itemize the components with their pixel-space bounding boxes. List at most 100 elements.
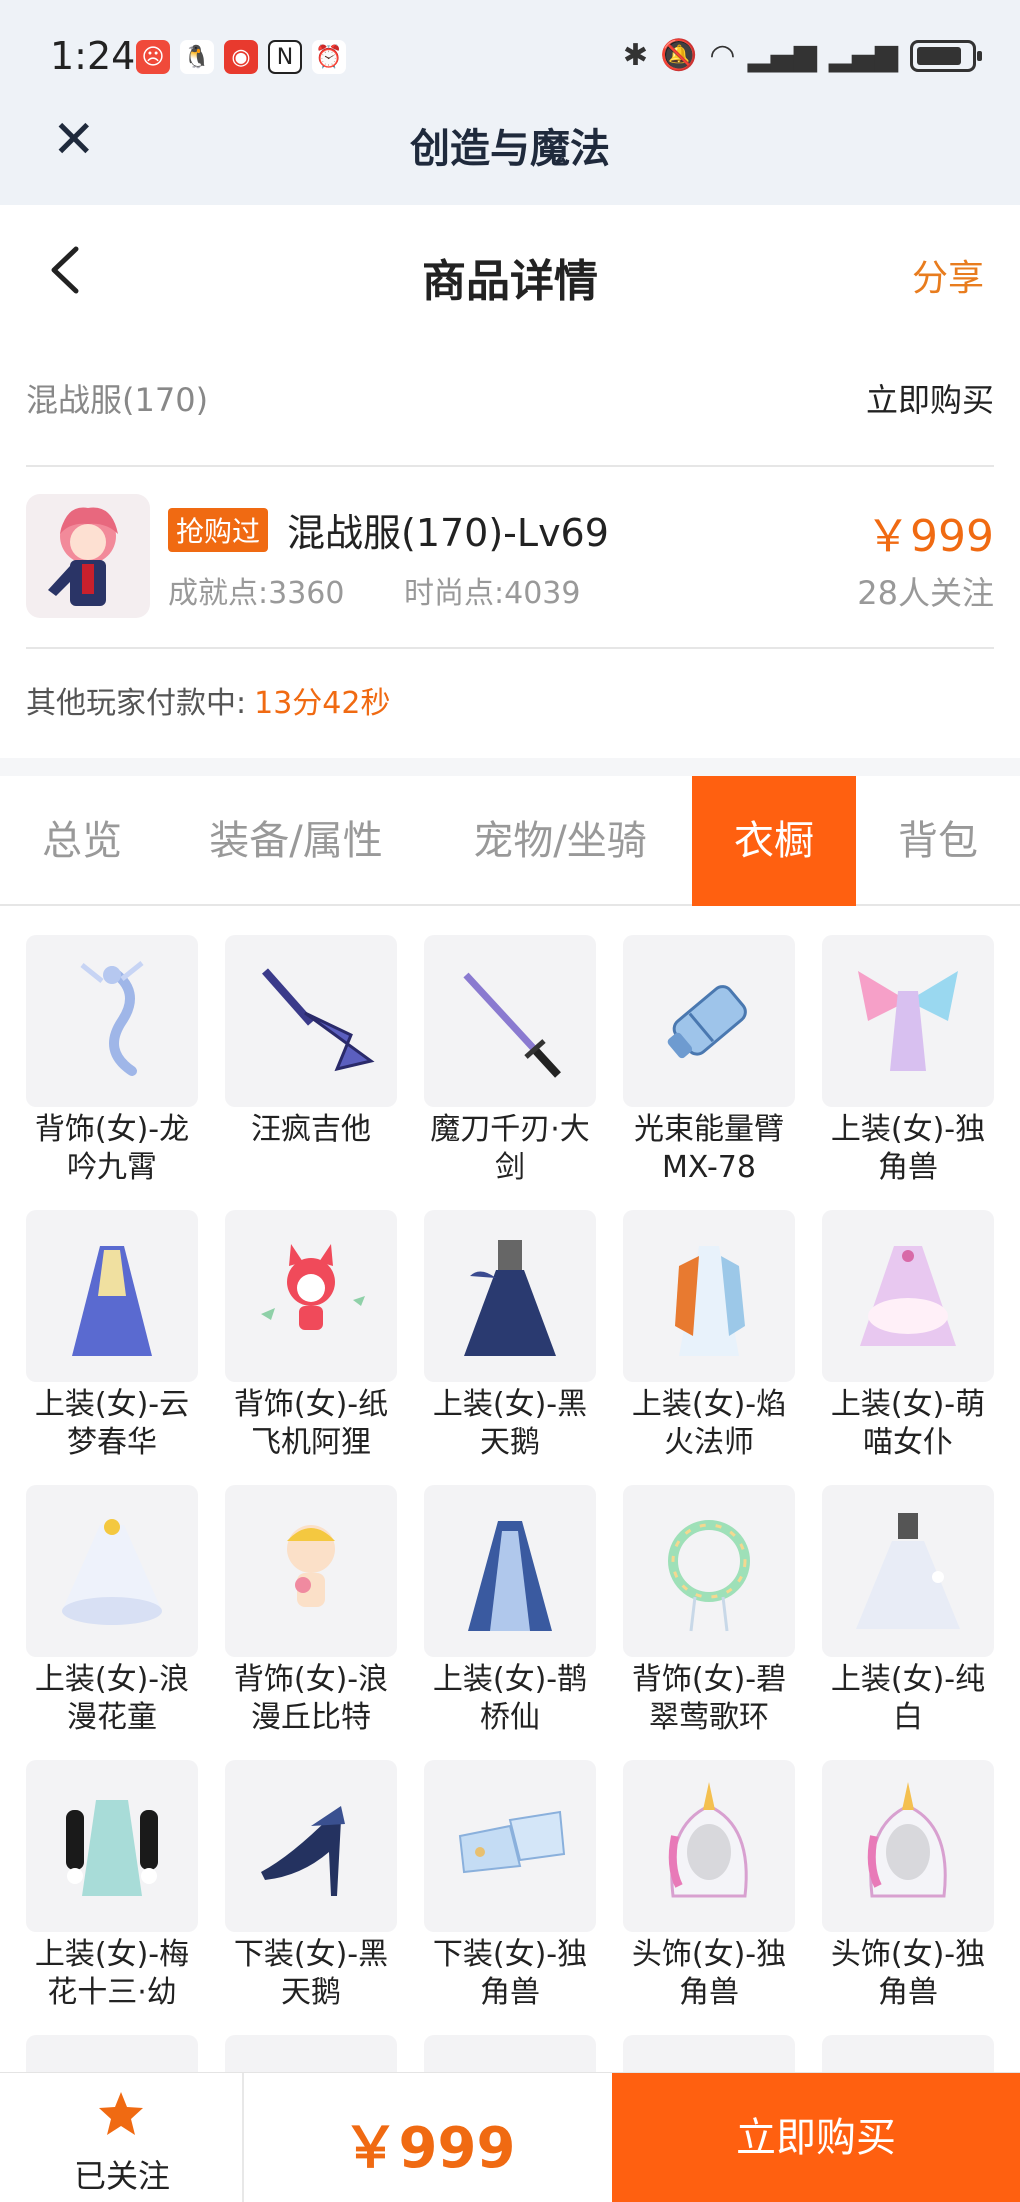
signal-icon: ▂▄▆ bbox=[828, 38, 898, 73]
item-name: 背饰(女)-纸飞机阿狸 bbox=[233, 1387, 389, 1460]
alarm-icon: ⏰ bbox=[312, 40, 346, 74]
wardrobe-item[interactable]: 魔刀千刃·大剑 bbox=[424, 935, 596, 1187]
item-name: 头饰(女)-独角兽 bbox=[830, 1937, 986, 2010]
navy-dress-icon bbox=[424, 1210, 596, 1382]
wardrobe-item[interactable] bbox=[822, 2035, 994, 2075]
item-name: 下装(女)-独角兽 bbox=[432, 1937, 588, 2010]
unicorn-hood-icon bbox=[623, 1760, 795, 1932]
tab-equipment[interactable]: 装备/属性 bbox=[164, 776, 428, 906]
app-title: 创造与魔法 bbox=[410, 126, 610, 172]
cupid-icon bbox=[225, 1485, 397, 1657]
paying-status: 其他玩家付款中: 13分42秒 bbox=[26, 678, 390, 722]
wardrobe-item[interactable]: 光束能量臂MX-78 bbox=[623, 935, 795, 1187]
bluetooth-icon: ✱ bbox=[622, 38, 649, 73]
wardrobe-item[interactable]: 上装(女)-纯白 bbox=[822, 1485, 994, 1737]
item-name: 上装(女)-纯白 bbox=[830, 1662, 986, 1735]
item-name: 上装(女)-独角兽 bbox=[830, 1112, 986, 1185]
wardrobe-item[interactable]: 上装(女)-浪漫花童 bbox=[26, 1485, 198, 1737]
wardrobe-item[interactable]: 上装(女)-云梦春华 bbox=[26, 1210, 198, 1462]
wardrobe-item[interactable]: 上装(女)-鹊桥仙 bbox=[424, 1485, 596, 1737]
item-name: 头饰(女)-独角兽 bbox=[631, 1937, 787, 2010]
notification-icons: ☹ 🐧 ◉ N ⏰ bbox=[136, 40, 346, 74]
page-title: 商品详情 bbox=[422, 256, 598, 307]
item-name: 上装(女)-焰火法师 bbox=[631, 1387, 787, 1460]
item-name: 上装(女)-黑天鹅 bbox=[432, 1387, 588, 1460]
tab-wardrobe[interactable]: 衣橱 bbox=[692, 776, 856, 906]
follower-count: 28人关注 bbox=[857, 574, 994, 612]
nav-bar: 商品详情 分享 bbox=[0, 205, 1020, 335]
nfc-icon: N bbox=[268, 40, 302, 74]
item-name: 下装(女)-黑天鹅 bbox=[233, 1937, 389, 2010]
server-name: 混战服(170) bbox=[26, 381, 209, 419]
wardrobe-item[interactable]: 下装(女)-独角兽 bbox=[424, 1760, 596, 2012]
signal-icon: ▂▄▆ bbox=[747, 38, 817, 73]
seller-row: 混战服(170) 立即购买 bbox=[0, 365, 1020, 435]
buy-now-link[interactable]: 立即购买 bbox=[866, 375, 994, 421]
wardrobe-grid: 背饰(女)-龙吟九霄 汪疯吉他 魔刀千刃·大剑 光束能量臂MX-78 上装(女)… bbox=[26, 935, 998, 2075]
paying-countdown: 13分42秒 bbox=[254, 686, 391, 721]
character-avatar bbox=[26, 494, 150, 618]
app-notification-icon: ☹ bbox=[136, 40, 170, 74]
wardrobe-item[interactable]: 上装(女)-焰火法师 bbox=[623, 1210, 795, 1462]
wardrobe-item[interactable]: 背饰(女)-浪漫丘比特 bbox=[225, 1485, 397, 1737]
wardrobe-item[interactable] bbox=[225, 2035, 397, 2075]
item-name: 背饰(女)-龙吟九霄 bbox=[34, 1112, 190, 1185]
item-name: 光束能量臂MX-78 bbox=[634, 1112, 784, 1185]
wardrobe-item[interactable] bbox=[623, 2035, 795, 2075]
bottom-action-bar: 已关注 ￥999 立即购买 bbox=[0, 2072, 1020, 2202]
wardrobe-item[interactable]: 上装(女)-梅花十三·幼 bbox=[26, 1760, 198, 2012]
wardrobe-item[interactable] bbox=[26, 2035, 198, 2075]
boots-icon bbox=[424, 1760, 596, 1932]
wedding-dress-icon bbox=[822, 1485, 994, 1657]
dragon-back-icon bbox=[26, 935, 198, 1107]
item-name: 魔刀千刃·大剑 bbox=[430, 1112, 590, 1185]
wardrobe-item[interactable]: 背饰(女)-纸飞机阿狸 bbox=[225, 1210, 397, 1462]
wardrobe-item[interactable]: 汪疯吉他 bbox=[225, 935, 397, 1149]
product-price: ￥999 bbox=[866, 511, 994, 562]
item-name: 背饰(女)-碧翠莺歌环 bbox=[631, 1662, 787, 1735]
mage-outfit-icon bbox=[623, 1210, 795, 1382]
item-name: 背饰(女)-浪漫丘比特 bbox=[233, 1662, 389, 1735]
item-name: 上装(女)-云梦春华 bbox=[34, 1387, 190, 1460]
white-dress-icon bbox=[26, 1485, 198, 1657]
app-notification-icon: ◉ bbox=[224, 40, 258, 74]
star-icon bbox=[99, 2092, 143, 2135]
wardrobe-item[interactable]: 头饰(女)-独角兽 bbox=[623, 1760, 795, 2012]
tab-backpack[interactable]: 背包 bbox=[856, 776, 1020, 906]
sword-icon bbox=[424, 935, 596, 1107]
item-name: 上装(女)-梅花十三·幼 bbox=[34, 1937, 190, 2010]
status-bar: 1:24 ☹ 🐧 ◉ N ⏰ ✱ 🔕 ◠ ▂▄▆ ▂▄▆ bbox=[0, 0, 1020, 110]
product-summary[interactable]: 抢购过 混战服(170)-Lv69 成就点:3360 时尚点:4039 ￥999… bbox=[0, 488, 1020, 618]
tab-pets-mounts[interactable]: 宠物/坐骑 bbox=[428, 776, 692, 906]
qq-icon: 🐧 bbox=[180, 40, 214, 74]
wifi-icon: ◠ bbox=[709, 38, 736, 73]
wardrobe-item[interactable]: 上装(女)-黑天鹅 bbox=[424, 1210, 596, 1462]
mute-icon: 🔕 bbox=[660, 38, 698, 73]
wardrobe-item[interactable] bbox=[424, 2035, 596, 2075]
section-gap bbox=[0, 758, 1020, 776]
share-button[interactable]: 分享 bbox=[912, 249, 984, 301]
wreath-icon bbox=[623, 1485, 795, 1657]
wardrobe-item[interactable]: 头饰(女)-独角兽 bbox=[822, 1760, 994, 2012]
bottom-price: ￥999 bbox=[342, 2116, 516, 2181]
wardrobe-item[interactable]: 上装(女)-独角兽 bbox=[822, 935, 994, 1187]
qipao-icon bbox=[26, 1760, 198, 1932]
wardrobe-item[interactable]: 上装(女)-萌喵女仆 bbox=[822, 1210, 994, 1462]
flash-sale-badge: 抢购过 bbox=[168, 508, 269, 552]
tab-overview[interactable]: 总览 bbox=[0, 776, 164, 906]
item-name: 上装(女)-萌喵女仆 bbox=[830, 1387, 986, 1460]
wardrobe-item[interactable]: 背饰(女)-龙吟九霄 bbox=[26, 935, 198, 1187]
follow-button[interactable]: 已关注 bbox=[0, 2073, 244, 2202]
system-indicators: ✱ 🔕 ◠ ▂▄▆ ▂▄▆ bbox=[622, 38, 982, 73]
status-time: 1:24 bbox=[50, 34, 136, 78]
divider bbox=[26, 647, 994, 649]
app-bar: ✕ 创造与魔法 bbox=[0, 110, 1020, 205]
wardrobe-item[interactable]: 背饰(女)-碧翠莺歌环 bbox=[623, 1485, 795, 1737]
achievement-points: 成就点:3360 bbox=[168, 576, 345, 611]
wardrobe-item[interactable]: 下装(女)-黑天鹅 bbox=[225, 1760, 397, 2012]
blue-gown-icon bbox=[424, 1485, 596, 1657]
buy-now-button[interactable]: 立即购买 bbox=[612, 2073, 1020, 2202]
product-name: 混战服(170)-Lv69 bbox=[287, 511, 609, 555]
fox-icon bbox=[225, 1210, 397, 1382]
item-name: 汪疯吉他 bbox=[251, 1112, 371, 1147]
